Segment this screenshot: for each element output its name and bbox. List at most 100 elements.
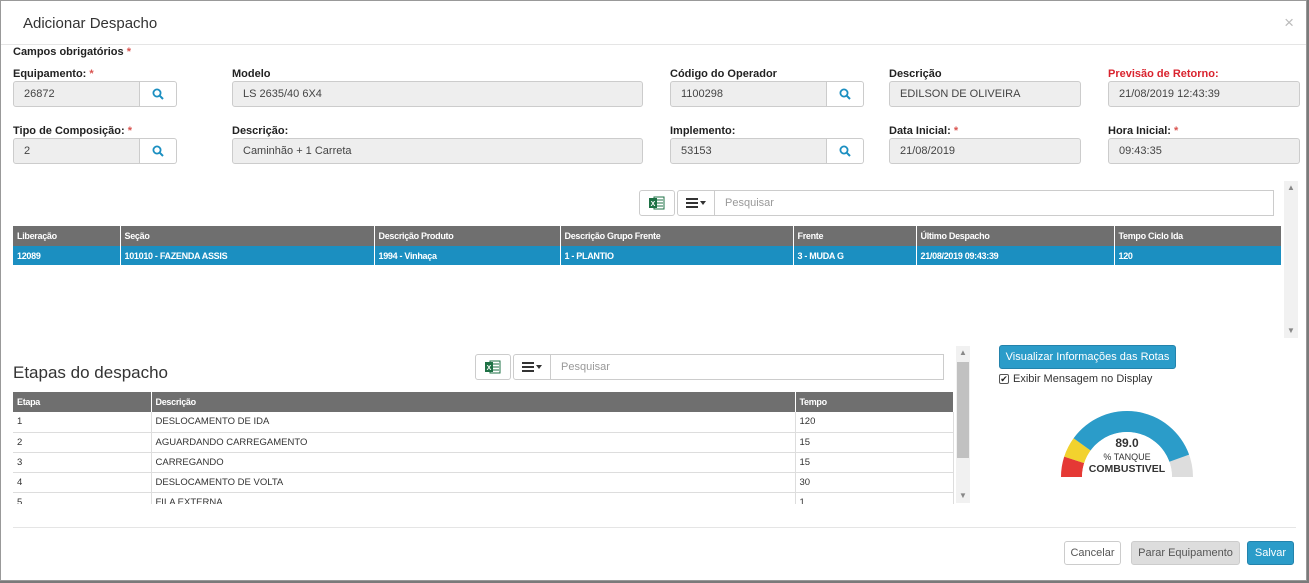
cell: DESLOCAMENTO DE IDA	[151, 412, 796, 433]
scroll-up-icon[interactable]: ▲	[1287, 184, 1295, 192]
equipamento-label: Equipamento: *	[13, 68, 94, 80]
gauge-unit: % TANQUE	[1103, 452, 1151, 462]
codigo-operador-field[interactable]: 1100298	[670, 81, 827, 107]
liberacao-toolbar: X Pesquisar	[639, 190, 1274, 216]
cell: 15	[795, 432, 954, 453]
cell: 1 - PLANTIO	[560, 246, 794, 265]
previsao-retorno-field[interactable]: 21/08/2019 12:43:39	[1108, 81, 1300, 107]
table-row[interactable]: 5 FILA EXTERNA 1	[13, 492, 954, 504]
cell: 1	[13, 412, 152, 433]
col-ultimo-despacho[interactable]: Último Despacho	[916, 226, 1115, 246]
stop-equipment-button[interactable]: Parar Equipamento	[1131, 541, 1240, 565]
dialog-header: Adicionar Despacho ×	[1, 1, 1306, 45]
equipamento-field[interactable]: 26872	[13, 81, 140, 107]
implemento-field[interactable]: 53153	[670, 138, 827, 164]
table-row[interactable]: 2 AGUARDANDO CARREGAMENTO 15	[13, 432, 954, 453]
cell: FILA EXTERNA	[151, 492, 796, 504]
required-note: Campos obrigatórios *	[13, 46, 131, 58]
svg-text:X: X	[487, 365, 492, 372]
composicao-search-button[interactable]	[140, 138, 177, 164]
save-button[interactable]: Salvar	[1247, 541, 1294, 565]
excel-export-button[interactable]: X	[475, 354, 511, 380]
hora-inicial-label: Hora Inicial: *	[1108, 125, 1179, 137]
fuel-gauge: 89.0 % TANQUE COMBUSTIVEL	[1056, 406, 1198, 477]
cell: 120	[795, 412, 954, 433]
table-row[interactable]: 3 CARREGANDO 15	[13, 452, 954, 473]
menu-icon	[522, 362, 534, 372]
display-message-label: Exibir Mensagem no Display	[1013, 373, 1153, 385]
modelo-field[interactable]: LS 2635/40 6X4	[232, 81, 643, 107]
col-descricao-produto[interactable]: Descrição Produto	[374, 226, 561, 246]
svg-text:X: X	[651, 201, 656, 208]
hora-inicial-field[interactable]: 09:43:35	[1108, 138, 1300, 164]
scroll-down-icon[interactable]: ▼	[1287, 327, 1295, 335]
descricao-operador-field[interactable]: EDILSON DE OLIVEIRA	[889, 81, 1081, 107]
gauge-label: COMBUSTIVEL	[1088, 463, 1166, 475]
tipo-composicao-label: Tipo de Composição: *	[13, 125, 132, 137]
cell: 30	[795, 472, 954, 493]
equipamento-search-button[interactable]	[140, 81, 177, 107]
descricao-operador-label: Descrição	[889, 68, 942, 80]
liberacao-search-input[interactable]: Pesquisar	[715, 190, 1274, 216]
col-tempo-ciclo-ida[interactable]: Tempo Ciclo Ida	[1114, 226, 1282, 246]
display-message-option[interactable]: ✔ Exibir Mensagem no Display	[999, 373, 1152, 385]
operador-search-button[interactable]	[827, 81, 864, 107]
view-routes-button[interactable]: Visualizar Informações das Rotas	[999, 345, 1176, 369]
etapas-toolbar: X Pesquisar	[475, 354, 944, 380]
table-row[interactable]: 4 DESLOCAMENTO DE VOLTA 30	[13, 472, 954, 493]
dialog-footer	[13, 527, 1296, 528]
col-frente[interactable]: Frente	[793, 226, 917, 246]
excel-icon: X	[649, 196, 665, 210]
cell: DESLOCAMENTO DE VOLTA	[151, 472, 796, 493]
search-icon	[839, 88, 851, 100]
liberacao-table: Liberação Seção Descrição Produto Descri…	[13, 226, 1282, 265]
scroll-thumb[interactable]	[957, 362, 969, 458]
etapas-search-input[interactable]: Pesquisar	[551, 354, 944, 380]
caret-down-icon	[700, 201, 706, 205]
scroll-down-icon[interactable]: ▼	[959, 492, 967, 500]
close-icon[interactable]: ×	[1284, 13, 1294, 33]
etapas-table: Etapa Descrição Tempo 1 DESLOCAMENTO DE I…	[13, 392, 954, 504]
cell: CARREGANDO	[151, 452, 796, 473]
cancel-button[interactable]: Cancelar	[1064, 541, 1121, 565]
data-inicial-field[interactable]: 21/08/2019	[889, 138, 1081, 164]
implemento-search-button[interactable]	[827, 138, 864, 164]
cell: AGUARDANDO CARREGAMENTO	[151, 432, 796, 453]
search-icon	[152, 145, 164, 157]
etapas-scrollbar[interactable]: ▲ ▼	[956, 346, 970, 503]
etapas-table-viewport: Etapa Descrição Tempo 1 DESLOCAMENTO DE I…	[13, 392, 954, 504]
codigo-operador-label: Código do Operador	[670, 68, 777, 80]
caret-down-icon	[536, 365, 542, 369]
table-row[interactable]: 1 DESLOCAMENTO DE IDA 120	[13, 412, 954, 433]
cell: 21/08/2019 09:43:39	[916, 246, 1115, 265]
cell: 12089	[13, 246, 121, 265]
search-icon	[152, 88, 164, 100]
col-liberacao[interactable]: Liberação	[13, 226, 121, 246]
col-descricao[interactable]: Descrição	[151, 392, 796, 412]
display-message-checkbox[interactable]: ✔	[999, 374, 1009, 384]
modelo-label: Modelo	[232, 68, 271, 80]
dialog-title: Adicionar Despacho	[23, 15, 158, 32]
columns-menu-button[interactable]	[677, 190, 715, 216]
etapas-title: Etapas do despacho	[13, 363, 169, 382]
descricao-composicao-field[interactable]: Caminhão + 1 Carreta	[232, 138, 643, 164]
columns-menu-button[interactable]	[513, 354, 551, 380]
menu-icon	[686, 198, 698, 208]
col-tempo[interactable]: Tempo	[795, 392, 954, 412]
table-row[interactable]: 12089 101010 - FAZENDA ASSIS 1994 - Vinh…	[13, 246, 1282, 265]
cell: 2	[13, 432, 152, 453]
cell: 3	[13, 452, 152, 473]
cell: 101010 - FAZENDA ASSIS	[120, 246, 375, 265]
col-descricao-grupo-frente[interactable]: Descrição Grupo Frente	[560, 226, 794, 246]
excel-export-button[interactable]: X	[639, 190, 675, 216]
col-secao[interactable]: Seção	[120, 226, 375, 246]
scroll-up-icon[interactable]: ▲	[959, 349, 967, 357]
liberacao-scrollbar[interactable]: ▲ ▼	[1284, 181, 1298, 338]
search-icon	[839, 145, 851, 157]
dialog: Adicionar Despacho × Campos obrigatórios…	[0, 0, 1307, 581]
cell: 120	[1114, 246, 1282, 265]
col-etapa[interactable]: Etapa	[13, 392, 152, 412]
tipo-composicao-field[interactable]: 2	[13, 138, 140, 164]
cell: 5	[13, 492, 152, 504]
cell: 15	[795, 452, 954, 473]
